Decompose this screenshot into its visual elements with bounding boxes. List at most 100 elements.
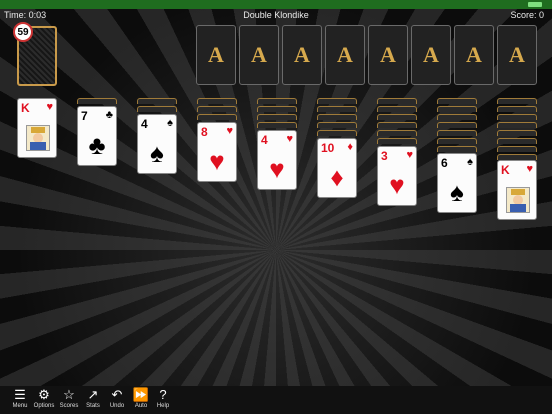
face-down-card <box>437 122 477 128</box>
face-down-card <box>437 138 477 144</box>
tableau-card-1[interactable]: K ♥ <box>17 98 57 158</box>
card-rank: 4 <box>141 117 148 131</box>
tableau-card-3[interactable]: 4 ♠ ♠ <box>137 114 177 174</box>
status-bar <box>0 0 552 9</box>
face-down-card <box>497 122 537 128</box>
face-down-card <box>437 106 477 112</box>
tableau-card-8[interactable]: 6 ♠ ♠ <box>437 153 477 213</box>
stock-pile[interactable]: 59 <box>13 22 57 86</box>
face-down-card <box>437 114 477 120</box>
chart-icon: ↗ <box>87 387 99 402</box>
foundation-pile-8[interactable]: A <box>497 25 537 85</box>
face-down-card <box>257 114 297 120</box>
face-down-card <box>197 114 237 120</box>
spade-icon: ♠ <box>450 177 464 207</box>
club-icon: ♣ <box>88 130 106 160</box>
battery-icon <box>528 2 542 7</box>
card-rank: 7 <box>81 109 88 123</box>
scores-label: Scores <box>59 403 79 409</box>
foundation-pile-3[interactable]: A <box>282 25 322 85</box>
heart-icon: ♥ <box>389 170 405 200</box>
club-icon: ♣ <box>105 109 113 121</box>
foundation-pile-1[interactable]: A <box>196 25 236 85</box>
king-portrait <box>506 187 530 213</box>
undo-label: Undo <box>109 403 125 409</box>
face-down-card <box>377 106 417 112</box>
king-robe <box>510 204 526 212</box>
undo-icon: ↶ <box>111 387 123 402</box>
stats-button[interactable]: ↗ Stats <box>80 388 106 414</box>
stock-count-badge: 59 <box>13 22 33 42</box>
card-rank: 4 <box>261 133 268 147</box>
face-down-card <box>257 106 297 112</box>
face-down-card <box>257 122 297 128</box>
diamond-icon: ♦ <box>330 162 344 192</box>
heart-icon: ♥ <box>269 154 285 184</box>
foundation-pile-5[interactable]: A <box>368 25 408 85</box>
face-down-card <box>377 114 417 120</box>
help-label: Help <box>156 403 170 409</box>
face-down-card <box>377 130 417 136</box>
tableau-card-2[interactable]: 7 ♣ ♣ <box>77 106 117 166</box>
game-title: Double Klondike <box>243 10 309 20</box>
heart-icon: ♥ <box>286 133 293 145</box>
help-icon: ? <box>159 387 167 402</box>
king-robe <box>30 142 46 150</box>
face-down-card <box>497 146 537 152</box>
face-down-card <box>257 98 297 104</box>
king-portrait <box>26 125 50 151</box>
face-down-card <box>377 122 417 128</box>
star-icon: ☆ <box>63 387 75 402</box>
face-down-card <box>77 98 117 104</box>
face-down-card <box>497 114 537 120</box>
face-down-card <box>497 98 537 104</box>
card-rank: K <box>21 101 30 115</box>
card-rank: 6 <box>441 156 448 170</box>
heart-icon: ♥ <box>406 149 413 161</box>
face-down-card <box>377 98 417 104</box>
heart-icon: ♥ <box>226 125 233 137</box>
foundation-pile-4[interactable]: A <box>325 25 365 85</box>
scores-button[interactable]: ☆ Scores <box>56 388 82 414</box>
face-down-card <box>317 98 357 104</box>
options-label: Options <box>33 403 55 409</box>
foundation-pile-6[interactable]: A <box>411 25 451 85</box>
spade-icon: ♠ <box>150 138 164 168</box>
options-button[interactable]: ⚙ Options <box>31 388 57 414</box>
spade-icon: ♠ <box>167 117 173 129</box>
face-down-card <box>317 114 357 120</box>
undo-button[interactable]: ↶ Undo <box>104 388 130 414</box>
face-down-card <box>497 138 537 144</box>
face-down-card <box>137 106 177 112</box>
tableau-card-9[interactable]: K ♥ <box>497 160 537 220</box>
face-down-card <box>437 98 477 104</box>
menu-button[interactable]: ☰ Menu <box>7 388 33 414</box>
tableau-card-7[interactable]: 3 ♥ ♥ <box>377 146 417 206</box>
tableau-card-5[interactable]: 4 ♥ ♥ <box>257 130 297 190</box>
face-down-card <box>377 138 417 144</box>
tableau-card-6[interactable]: 10 ♦ ♦ <box>317 138 357 198</box>
tableau-card-4[interactable]: 8 ♥ ♥ <box>197 122 237 182</box>
foundation-pile-2[interactable]: A <box>239 25 279 85</box>
face-down-card <box>317 122 357 128</box>
stats-label: Stats <box>86 403 100 409</box>
menu-icon: ☰ <box>14 387 26 402</box>
heart-icon: ♥ <box>209 146 225 176</box>
face-down-card <box>497 130 537 136</box>
card-rank: K <box>501 163 510 177</box>
spade-icon: ♠ <box>467 156 473 168</box>
help-button[interactable]: ? Help <box>150 388 176 414</box>
game-header: Time: 0:03 Double Klondike Score: 0 <box>0 9 552 22</box>
card-rank: 8 <box>201 125 208 139</box>
bottom-toolbar: ☰ Menu ⚙ Options ☆ Scores ↗ Stats ↶ Undo… <box>0 386 552 414</box>
heart-icon: ♥ <box>526 163 533 175</box>
gear-icon: ⚙ <box>38 387 50 402</box>
face-down-card <box>317 130 357 136</box>
card-rank: 10 <box>321 141 335 155</box>
heart-icon: ♥ <box>46 101 53 113</box>
score-text: Score: 0 <box>510 10 544 20</box>
face-down-card <box>137 98 177 104</box>
face-down-card <box>197 98 237 104</box>
foundation-pile-7[interactable]: A <box>454 25 494 85</box>
face-down-card <box>437 130 477 136</box>
